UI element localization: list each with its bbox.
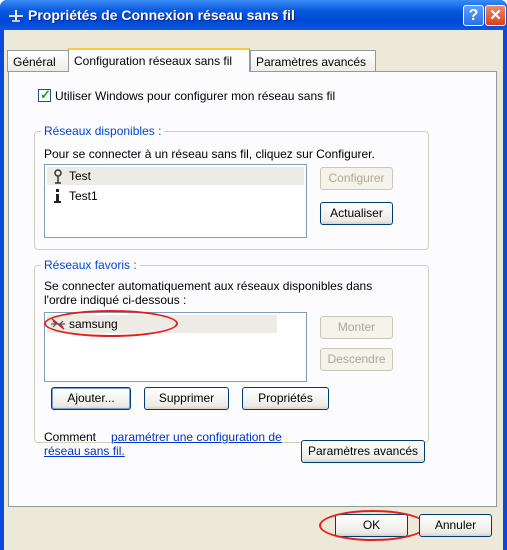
network-name: Test xyxy=(69,169,92,183)
help-link-line2[interactable]: réseau sans fil. xyxy=(44,444,125,458)
dialog-window: Propriétés de Connexion réseau sans fil … xyxy=(0,0,507,550)
use-windows-label: Utiliser Windows pour configurer mon rés… xyxy=(55,89,336,103)
network-connection-icon xyxy=(9,10,23,22)
info-icon xyxy=(54,189,61,203)
advanced-settings-button[interactable]: Paramètres avancés xyxy=(301,440,425,463)
help-link-line1[interactable]: paramétrer une configuration de xyxy=(111,430,282,444)
dialog-body: Général Configuration réseaux sans fil P… xyxy=(4,30,503,550)
tab-advanced[interactable]: Paramètres avancés xyxy=(250,50,376,72)
refresh-button[interactable]: Actualiser xyxy=(320,202,393,225)
preferred-networks-title: Réseaux favoris : xyxy=(41,258,140,272)
wireless-antenna-icon xyxy=(54,169,62,184)
network-name: Test1 xyxy=(69,189,98,203)
tab-general[interactable]: Général xyxy=(7,50,69,72)
title-bar[interactable]: Propriétés de Connexion réseau sans fil … xyxy=(0,0,507,30)
properties-button[interactable]: Propriétés xyxy=(242,387,329,410)
cancel-button[interactable]: Annuler xyxy=(419,514,492,537)
close-button[interactable]: ✕ xyxy=(485,5,506,26)
move-down-button[interactable]: Descendre xyxy=(320,348,393,371)
help-button[interactable]: ? xyxy=(463,5,484,26)
list-item[interactable]: Test1 xyxy=(47,187,304,205)
help-text-prefix: Comment xyxy=(44,430,97,444)
tab-wireless-networks[interactable]: Configuration réseaux sans fil xyxy=(68,48,250,72)
remove-button[interactable]: Supprimer xyxy=(144,387,229,410)
preferred-networks-description-1: Se connecter automatiquement aux réseaux… xyxy=(44,279,373,293)
preferred-networks-description-2: l'ordre indiqué ci-dessous : xyxy=(44,293,187,307)
list-item[interactable]: Test xyxy=(47,167,304,185)
move-up-button[interactable]: Monter xyxy=(320,316,393,339)
add-button[interactable]: Ajouter... xyxy=(51,387,131,410)
highlight-circle-ok xyxy=(319,510,427,541)
available-networks-description: Pour se connecter à un réseau sans fil, … xyxy=(44,147,375,161)
checkbox-checked-icon[interactable]: ✓ xyxy=(38,87,51,102)
available-networks-list[interactable]: Test Test1 xyxy=(44,164,307,238)
highlight-circle-samsung xyxy=(44,310,178,337)
use-windows-checkbox[interactable]: ✓ Utiliser Windows pour configurer mon ré… xyxy=(38,87,336,103)
window-title: Propriétés de Connexion réseau sans fil xyxy=(28,7,295,23)
configure-button[interactable]: Configurer xyxy=(320,167,393,190)
available-networks-title: Réseaux disponibles : xyxy=(41,124,165,138)
